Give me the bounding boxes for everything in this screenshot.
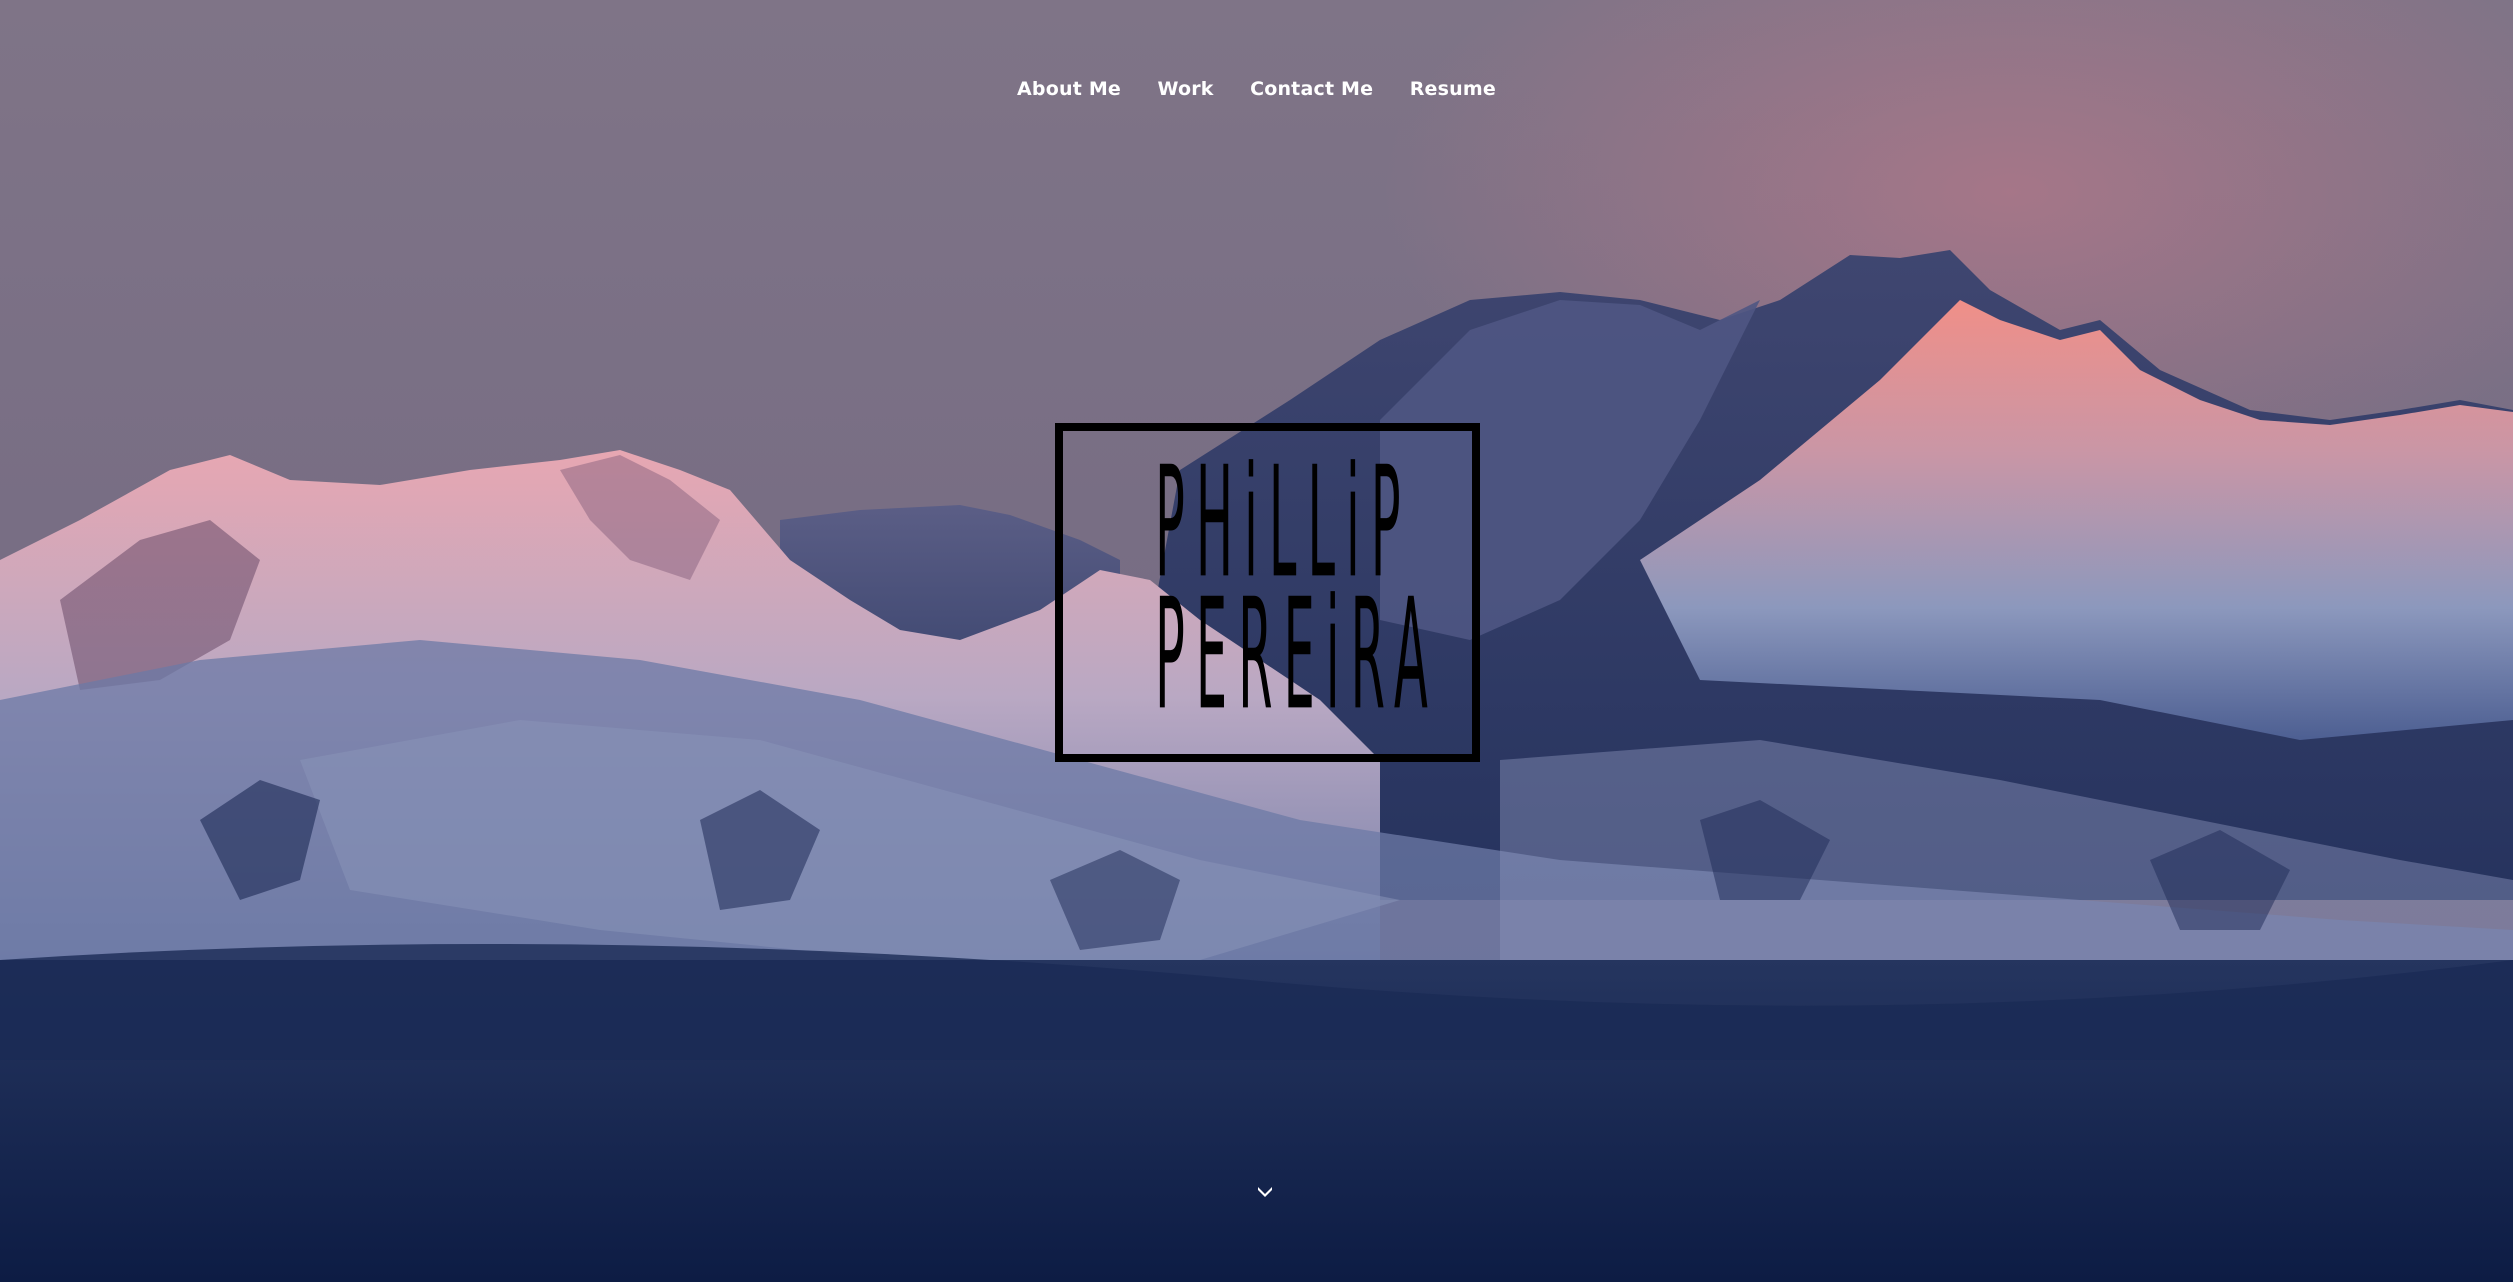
nav-work[interactable]: Work xyxy=(1157,78,1213,100)
main-navigation: About Me Work Contact Me Resume xyxy=(0,78,2513,100)
nav-about-me[interactable]: About Me xyxy=(1017,78,1121,100)
site-logo: PHiLLiP PEREiRA xyxy=(1055,423,1480,762)
nav-contact-me[interactable]: Contact Me xyxy=(1250,78,1373,100)
nav-resume[interactable]: Resume xyxy=(1410,78,1496,100)
chevron-down-icon[interactable] xyxy=(1256,1182,1274,1200)
logo-last-name: PEREiRA xyxy=(1155,566,1439,745)
hero-section: About Me Work Contact Me Resume PHiLLiP … xyxy=(0,0,2513,1282)
